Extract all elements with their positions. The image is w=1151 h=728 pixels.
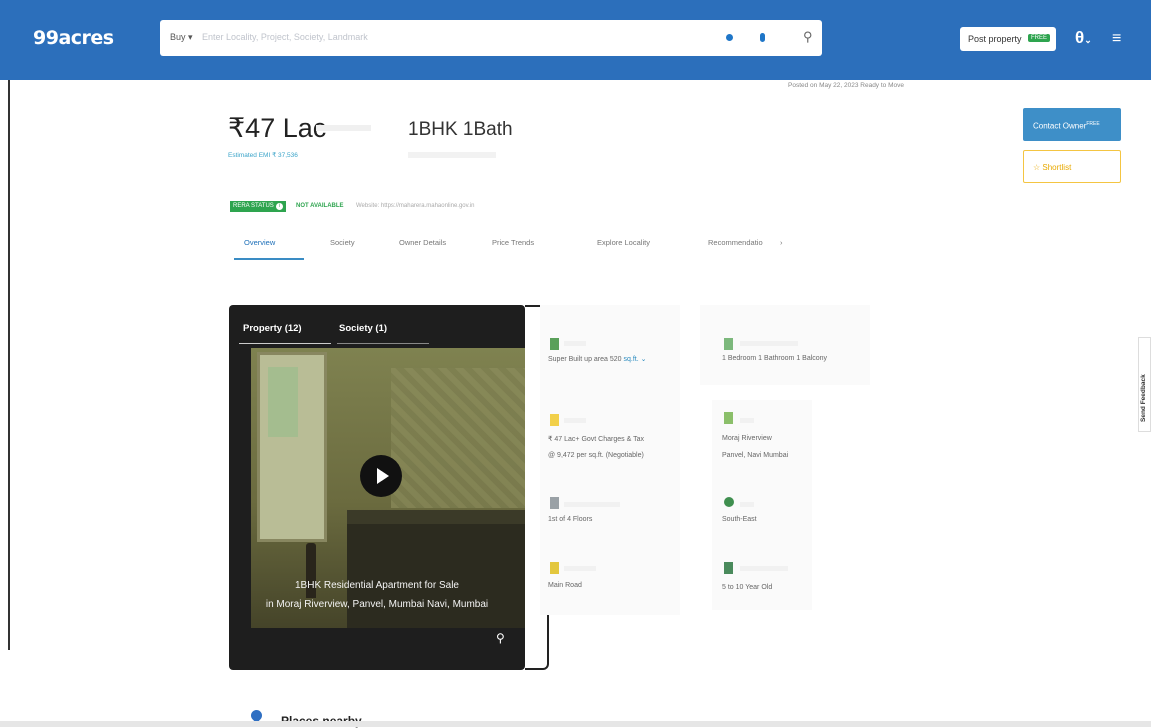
feature-floor: 1st of 4 Floors (548, 516, 593, 523)
rera-status-label: RERA STATUS (233, 203, 274, 209)
feature-society-location: Panvel, Navi Mumbai (722, 452, 789, 459)
area-icon (550, 338, 559, 350)
photo-cabinet (347, 524, 525, 628)
tab-owner-details[interactable]: Owner Details (399, 238, 446, 247)
photo-counter (347, 510, 525, 524)
location-placeholder (408, 152, 496, 158)
posted-date: Posted on May 22, 2023 Ready to Move (788, 82, 904, 89)
page-edge (8, 80, 10, 650)
bedroom-icon (724, 338, 733, 350)
section-tabs: Overview Society Owner Details Price Tre… (230, 232, 783, 262)
tab-recommendations[interactable]: Recommendatio (708, 238, 763, 247)
emi-link[interactable]: Estimated EMI ₹ 37,536 (228, 151, 298, 159)
tab-society-photos[interactable]: Society (1) (339, 323, 387, 334)
search-icon[interactable]: ⚲ (803, 29, 813, 45)
location-icon[interactable] (726, 34, 733, 41)
contact-free-badge: FREE (1086, 121, 1100, 127)
post-property-button[interactable]: Post property FREE (960, 27, 1056, 51)
media-tabs: Property (12) Society (1) (229, 305, 525, 347)
age-heading-placeholder (740, 566, 788, 571)
compass-icon (724, 497, 734, 507)
zoom-icon[interactable]: ⚲ (496, 631, 505, 645)
area-heading-placeholder (564, 341, 586, 346)
free-badge: FREE (1027, 34, 1050, 42)
media-caption-location: in Moraj Riverview, Panvel, Mumbai Navi,… (265, 599, 489, 610)
photo-tile-wall (391, 368, 525, 508)
price-per-sqft-placeholder (316, 125, 371, 131)
property-age-icon (724, 562, 733, 574)
shortlist-button[interactable]: ☆ Shortlist (1023, 150, 1121, 183)
overlooking-heading-placeholder (564, 566, 596, 571)
feature-price-per-sqft: @ 9,472 per sq.ft. (Negotiable) (548, 452, 644, 459)
top-navigation-bar: 99acres Buy ▾ Enter Locality, Project, S… (0, 0, 1151, 80)
active-tab-indicator (234, 258, 304, 260)
rera-website[interactable]: Website: https://maharera.mahaonline.gov… (356, 203, 475, 209)
logo[interactable]: 99acres (33, 27, 114, 49)
tab-price-trends[interactable]: Price Trends (492, 238, 534, 247)
features-column-left (540, 305, 680, 615)
photo-window (257, 352, 327, 542)
mic-icon[interactable] (760, 33, 765, 42)
feature-property-age: 5 to 10 Year Old (722, 584, 773, 591)
post-property-label: Post property (968, 34, 1022, 44)
rooms-heading-placeholder (740, 341, 798, 346)
media-tab-divider (337, 343, 429, 344)
society-heading-placeholder (740, 418, 754, 423)
facing-heading-placeholder (740, 502, 754, 507)
photo-window-pane (268, 367, 298, 437)
tabs-next-arrow[interactable]: › (780, 238, 783, 247)
feature-price: ₹ 47 Lac+ Govt Charges & Tax (548, 436, 644, 443)
search-input[interactable]: Enter Locality, Project, Society, Landma… (202, 32, 368, 42)
feature-rooms: 1 Bedroom 1 Bathroom 1 Balcony (722, 355, 828, 362)
price-tag-icon (550, 414, 559, 426)
user-icon[interactable]: θ⌄ (1075, 28, 1092, 48)
tab-society[interactable]: Society (330, 238, 355, 247)
feature-facing: South-East (722, 516, 757, 523)
contact-owner-label: Contact Owner (1033, 121, 1087, 131)
society-icon (724, 412, 733, 424)
send-feedback-label: Send Feedback (1140, 374, 1147, 422)
info-icon[interactable]: i (275, 203, 283, 210)
configuration: 1BHK 1Bath (408, 119, 513, 140)
price-heading-placeholder (564, 418, 586, 423)
hamburger-menu-icon[interactable]: ≡ (1112, 30, 1121, 48)
floor-heading-placeholder (564, 502, 620, 507)
tab-overview[interactable]: Overview (244, 238, 275, 247)
feature-area-value: Super Built up area 520 (548, 356, 622, 363)
tab-property-photos[interactable]: Property (12) (243, 323, 302, 334)
rera-status-badge[interactable]: RERA STATUS i (230, 201, 286, 212)
feature-overlooking: Main Road (548, 582, 582, 589)
media-caption-title: 1BHK Residential Apartment for Sale (295, 580, 459, 591)
price: ₹47 Lac (228, 113, 327, 143)
overlooking-icon (550, 562, 559, 574)
feature-society[interactable]: Moraj Riverview (722, 435, 772, 442)
bottom-divider (0, 721, 1151, 727)
area-unit-dropdown[interactable]: sq.ft. ⌄ (624, 356, 647, 363)
floor-icon (550, 497, 559, 509)
send-feedback-tab[interactable]: Send Feedback (1138, 337, 1151, 432)
rera-value: NOT AVAILABLE (296, 203, 344, 209)
contact-owner-button[interactable]: Contact OwnerFREE (1023, 108, 1121, 141)
tab-explore-locality[interactable]: Explore Locality (597, 238, 650, 247)
search-type-dropdown[interactable]: Buy ▾ (170, 32, 193, 43)
play-video-button[interactable] (360, 455, 402, 497)
active-media-tab-indicator (239, 343, 331, 344)
search-bar[interactable]: Buy ▾ Enter Locality, Project, Society, … (160, 20, 822, 56)
feature-area: Super Built up area 520 sq.ft. ⌄ (548, 355, 647, 363)
